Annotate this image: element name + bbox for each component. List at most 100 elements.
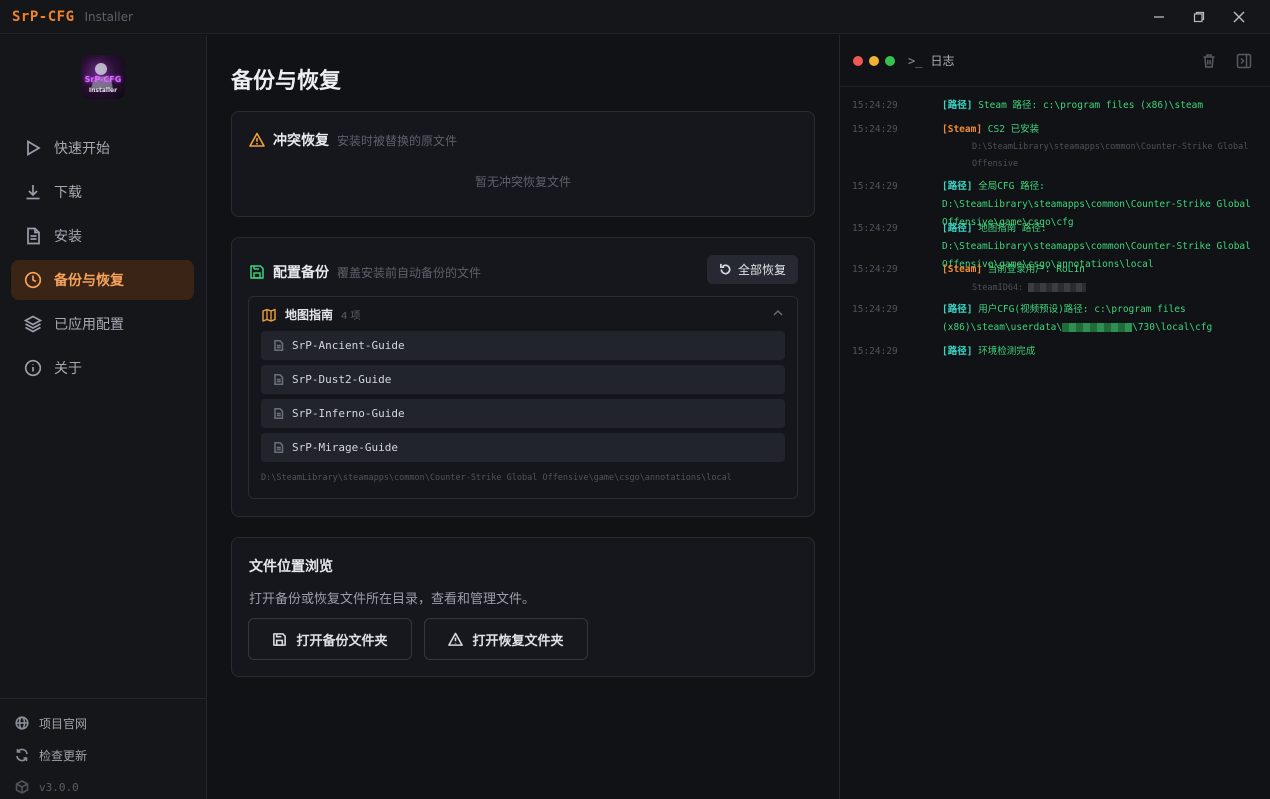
backup-file-name: SrP-Ancient-Guide [292,339,405,352]
play-icon [27,140,41,156]
website-link[interactable]: 项目官网 [0,707,206,739]
version-label: v3.0.0 [0,771,206,799]
backup-file-row[interactable]: SrP-Dust2-Guide [261,365,785,394]
group-header[interactable]: 地图指南 4 项 [262,306,361,323]
log-tag: [路径] [942,181,973,192]
check-update-link[interactable]: 检查更新 [0,739,206,771]
maximize-button[interactable] [1188,6,1210,28]
sidebar-item-quick-start[interactable]: 快速开始 [11,128,194,168]
log-tag: [Steam] [942,124,983,135]
log-header: >_ 日志 [840,35,1270,87]
app-subtitle: Installer [84,9,133,24]
logo-subtext: Installer [88,86,118,94]
main-content: 备份与恢复 冲突恢复 安装时被替换的原文件 暂无冲突恢复文件 配置备份 覆盖安装… [207,35,839,799]
log-tag: [路径] [942,304,973,315]
log-time: 15:24:29 [852,264,898,275]
undo-icon [720,263,731,275]
log-time: 15:24:29 [852,100,898,111]
backup-path: D:\SteamLibrary\steamapps\common\Counter… [261,473,732,483]
close-icon [1233,11,1245,23]
minimize-icon [1154,16,1164,18]
chevron-up-icon[interactable] [773,309,783,317]
open-backup-folder-button[interactable]: 打开备份文件夹 [248,618,412,660]
conflict-card-title: 冲突恢复 [273,133,329,149]
check-update-label: 检查更新 [39,748,88,763]
clock-icon [24,271,42,289]
sidebar-item-about[interactable]: 关于 [11,348,194,388]
log-text-tail: \730\local\cfg [1132,322,1213,333]
browse-card-title: 文件位置浏览 [249,559,333,575]
log-time: 15:24:29 [852,124,898,135]
info-icon [24,359,42,377]
green-dot-icon [885,56,895,66]
log-text: 环境检测完成 [978,346,1036,357]
warning-icon [448,632,464,646]
log-panel: >_ 日志 15:24:29 [路径] Steam 路径: c:\program… [839,35,1270,799]
group-count: 4 项 [341,311,361,322]
file-text-icon [27,227,40,245]
config-backup-card: 配置备份 覆盖安装前自动备份的文件 全部恢复 地图指南 4 项 SrP-Anci… [231,237,815,517]
conflict-card-subtitle: 安装时被替换的原文件 [337,133,458,148]
log-text: 当前登录用户: RoL1n [987,264,1085,275]
warning-icon [249,132,265,147]
backup-file-row[interactable]: SrP-Inferno-Guide [261,399,785,428]
sidebar-nav: 快速开始 下载 安装 备份与恢复 已应用配置 关于 [11,128,194,392]
version-text: v3.0.0 [39,780,79,794]
open-restore-folder-button[interactable]: 打开恢复文件夹 [424,618,588,660]
redacted-userid [1062,323,1133,332]
log-time: 15:24:29 [852,181,898,192]
log-time: 15:24:29 [852,304,898,315]
log-subtext: SteamID64: [942,279,1260,297]
log-title: >_ 日志 [908,52,954,69]
backup-card-header: 配置备份 覆盖安装前自动备份的文件 [249,262,481,282]
map-icon [262,308,276,322]
backup-file-row[interactable]: SrP-Mirage-Guide [261,433,785,462]
download-icon [26,185,40,200]
log-text: CS2 已安装 [987,124,1040,135]
backup-file-row[interactable]: SrP-Ancient-Guide [261,331,785,360]
sidebar-item-download[interactable]: 下载 [11,172,194,212]
redacted-id [1028,283,1087,292]
refresh-icon [16,748,28,762]
browse-card-header: 文件位置浏览 [249,556,333,576]
file-icon [274,340,284,351]
sidebar-item-label: 关于 [54,361,82,377]
group-title: 地图指南 [285,308,334,322]
terminal-icon: >_ [908,53,923,68]
trash-icon [1203,54,1215,68]
log-text: Steam 路径: c:\program files (x86)\steam [978,100,1204,111]
conflict-restore-card: 冲突恢复 安装时被替换的原文件 暂无冲突恢复文件 [231,111,815,217]
website-link-label: 项目官网 [39,716,88,731]
app-logo: SrP-CFG Installer [81,55,125,99]
collapse-panel-button[interactable] [1236,53,1252,69]
box-icon [15,780,29,794]
log-tag: [路径] [942,346,973,357]
conflict-card-header: 冲突恢复 安装时被替换的原文件 [249,130,457,150]
clear-log-button[interactable] [1201,53,1217,69]
yellow-dot-icon [869,56,879,66]
browse-description: 打开备份或恢复文件所在目录，查看和管理文件。 [249,592,536,607]
sidebar-item-backup-restore[interactable]: 备份与恢复 [11,260,194,300]
sidebar-item-label: 下载 [54,185,82,201]
restore-window-icon [1193,11,1205,23]
backup-card-title: 配置备份 [273,265,329,281]
sidebar-item-applied-config[interactable]: 已应用配置 [11,304,194,344]
file-icon [274,442,284,453]
save-icon [250,265,264,279]
log-title-text: 日志 [930,54,955,68]
sidebar-footer: 项目官网 检查更新 v3.0.0 [0,698,206,799]
minimize-button[interactable] [1148,6,1170,28]
sidebar-item-label: 已应用配置 [54,317,124,333]
open-backup-label: 打开备份文件夹 [296,633,388,649]
restore-all-button[interactable]: 全部恢复 [706,255,798,284]
backup-file-name: SrP-Dust2-Guide [292,373,392,386]
backup-file-name: SrP-Inferno-Guide [292,407,405,420]
backup-card-subtitle: 覆盖安装前自动备份的文件 [337,265,482,280]
logo-text: SrP-CFG [84,74,122,84]
sidebar-item-label: 快速开始 [54,141,110,157]
log-time: 15:24:29 [852,346,898,357]
close-button[interactable] [1228,6,1250,28]
sidebar-item-install[interactable]: 安装 [11,216,194,256]
sidebar: SrP-CFG Installer 快速开始 下载 安装 备份与恢复 已应用配置… [0,35,207,799]
file-icon [274,408,284,419]
